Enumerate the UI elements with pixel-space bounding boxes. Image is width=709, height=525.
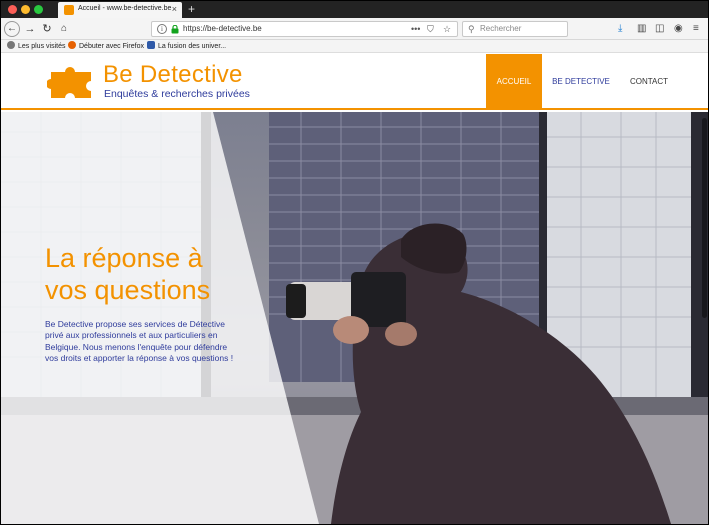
puzzle-logo-icon[interactable] [47,64,97,102]
hero-photo [1,112,708,524]
site-icon [147,41,155,49]
bookmarks-bar: Les plus visités Débuter avec Firefox La… [1,40,708,53]
pocket-icon[interactable]: ⛉ [427,23,434,35]
hero-section: La réponse à vos questions Be Detective … [1,112,708,524]
brand-tagline: Enquêtes & recherches privées [104,88,250,100]
bookmark-fusion[interactable]: La fusion des univer... [147,41,226,52]
forward-button[interactable]: → [23,21,37,37]
info-icon[interactable]: i [157,24,167,34]
hero-title: La réponse à vos questions [45,243,211,305]
bookmark-star-icon[interactable]: ☆ [443,23,451,35]
sidebar-icon[interactable]: ◫ [655,22,664,35]
bookmark-getting-started[interactable]: Débuter avec Firefox [68,41,144,52]
web-page: Be Detective Enquêtes & recherches privé… [1,54,708,524]
account-icon[interactable]: ◉ [674,22,683,35]
window-close-button[interactable] [8,5,17,14]
navigation-toolbar: ← → ↻ ⌂ i https://be-detective.be ••• ⛉ … [1,18,708,40]
new-tab-button[interactable]: + [188,1,195,17]
site-header: Be Detective Enquêtes & recherches privé… [1,54,708,110]
url-text[interactable]: https://be-detective.be [183,24,262,33]
back-button[interactable]: ← [4,21,20,37]
nav-be-detective[interactable]: BE DETECTIVE [548,54,614,110]
url-bar[interactable]: i https://be-detective.be ••• ⛉ ☆ [151,21,458,37]
nav-contact[interactable]: CONTACT [621,54,677,110]
page-scrollbar[interactable] [701,112,708,524]
firefox-icon [68,41,76,49]
search-bar[interactable]: ⚲ Rechercher [462,21,568,37]
bookmark-most-visited[interactable]: Les plus visités [7,41,65,52]
window-minimize-button[interactable] [21,5,30,14]
favicon-icon [64,5,74,15]
tab-accueil[interactable]: Accueil - www.be-detective.be × [58,2,182,18]
download-icon[interactable]: ⤓ [618,22,622,35]
more-icon[interactable]: ••• [411,23,420,35]
hero-description: Be Detective propose ses services de Dét… [45,319,234,363]
window-maximize-button[interactable] [34,5,43,14]
home-button[interactable]: ⌂ [57,21,71,37]
bookmark-label: Débuter avec Firefox [79,43,144,50]
browser-window: Accueil - www.be-detective.be × + ← → ↻ … [1,1,708,524]
scrollbar-thumb[interactable] [702,118,707,318]
library-icon[interactable]: ▥ [637,22,646,35]
nav-accueil[interactable]: ACCUEIL [486,54,542,110]
tab-bar: Accueil - www.be-detective.be × + [1,1,708,18]
gear-icon [7,41,15,49]
lock-icon [171,25,179,34]
search-placeholder: Rechercher [480,24,522,33]
reload-button[interactable]: ↻ [40,21,54,37]
tab-title: Accueil - www.be-detective.be [78,5,172,12]
bookmark-label: La fusion des univer... [158,43,227,50]
search-icon: ⚲ [468,24,475,34]
menu-icon[interactable]: ≡ [693,22,699,35]
brand-name[interactable]: Be Detective [103,61,243,89]
bookmark-label: Les plus visités [18,43,66,50]
close-icon[interactable]: × [172,4,177,14]
